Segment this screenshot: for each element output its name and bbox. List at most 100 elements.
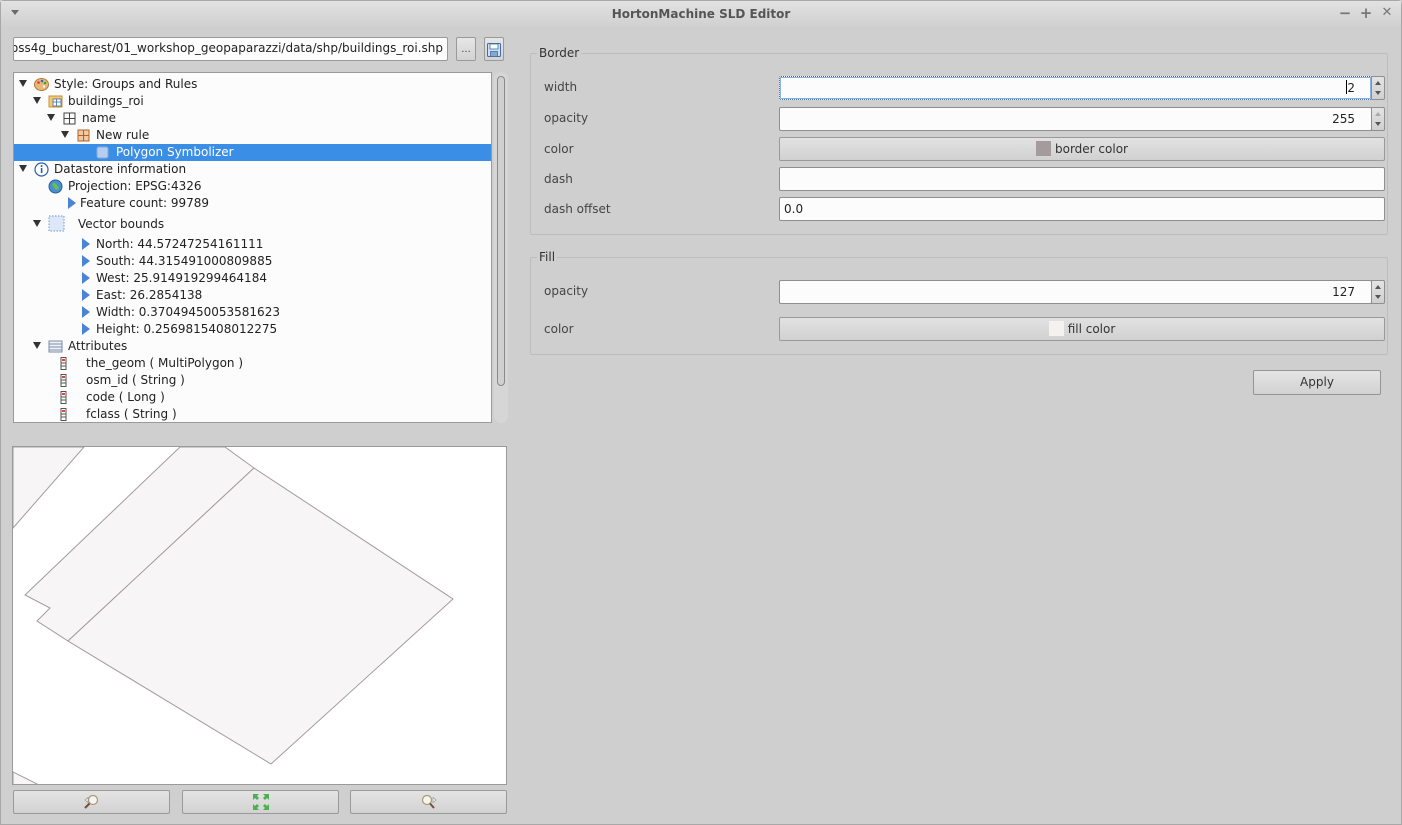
tree-item[interactable]: Polygon Symbolizer: [14, 144, 491, 161]
spin-down-icon[interactable]: [1375, 295, 1381, 299]
spin-down-icon[interactable]: [1375, 91, 1381, 95]
tree-item-label: name: [82, 111, 117, 125]
maximize-button[interactable]: +: [1358, 5, 1374, 21]
tree-item-label: code ( Long ): [86, 390, 165, 404]
border-width-input[interactable]: 2: [779, 76, 1372, 100]
collapsed-arrow-icon[interactable]: [82, 323, 90, 335]
expand-arrow-icon[interactable]: [19, 165, 27, 172]
dash-offset-input[interactable]: 0.0: [779, 197, 1385, 221]
zoom-in-button[interactable]: [13, 790, 170, 814]
building-polygon: [13, 447, 85, 529]
preview-canvas: [13, 447, 454, 784]
border-opacity-spinner[interactable]: [1371, 107, 1385, 131]
collapsed-arrow-icon[interactable]: [82, 289, 90, 301]
collapsed-arrow-icon[interactable]: [82, 238, 90, 250]
tree-item[interactable]: East: 26.2854138: [14, 287, 491, 304]
floppy-disk-icon: [487, 43, 501, 57]
tree-item-label: Projection: EPSG:4326: [68, 179, 202, 193]
tree-item[interactable]: New rule: [14, 127, 491, 144]
dash-input[interactable]: [779, 167, 1385, 191]
fill-opacity-input[interactable]: 127: [779, 280, 1372, 304]
fill-color-button-label: fill color: [1067, 322, 1116, 336]
browse-button[interactable]: ...: [456, 37, 476, 61]
tree-item[interactable]: West: 25.914919299464184: [14, 270, 491, 287]
apply-button[interactable]: Apply: [1253, 370, 1381, 395]
tree-item[interactable]: South: 44.315491000809885: [14, 253, 491, 270]
border-color-button-label: border color: [1055, 142, 1128, 156]
tree-item[interactable]: North: 44.57247254161111: [14, 236, 491, 253]
border-opacity-input[interactable]: 255: [779, 107, 1372, 131]
tree-item-label: the_geom ( MultiPolygon ): [86, 356, 244, 370]
expand-arrow-icon[interactable]: [33, 97, 41, 104]
collapsed-arrow-icon[interactable]: [68, 197, 76, 209]
polygon-symbolizer-icon: [95, 145, 110, 160]
zoom-full-extent-button[interactable]: [182, 790, 339, 814]
zoom-full-extent-icon: [252, 794, 269, 810]
expand-arrow-icon[interactable]: [33, 342, 41, 349]
dash-label: dash: [544, 172, 573, 186]
feature-type-style-icon: [48, 94, 63, 109]
zoom-out-button[interactable]: [350, 790, 507, 814]
expand-arrow-icon[interactable]: [47, 114, 55, 121]
collapsed-arrow-icon[interactable]: [82, 255, 90, 267]
tree-item[interactable]: Datastore information: [14, 161, 491, 178]
style-tree[interactable]: Style: Groups and Rules buildings_roi name…: [13, 72, 492, 423]
tree-item[interactable]: buildings_roi: [14, 93, 491, 110]
tree-item[interactable]: fclass ( String ): [14, 406, 491, 422]
tree-item[interactable]: name: [14, 110, 491, 127]
selection-highlight: [14, 144, 491, 161]
preview-map[interactable]: [12, 446, 507, 785]
tree-item[interactable]: the_geom ( MultiPolygon ): [14, 355, 491, 372]
tree-item[interactable]: Height: 0.2569815408012275: [14, 321, 491, 338]
spin-up-icon[interactable]: [1375, 81, 1381, 85]
expand-arrow-icon[interactable]: [19, 80, 27, 87]
shapefile-path-field[interactable]: 19_foss4g_bucharest/01_workshop_geopapar…: [13, 37, 448, 61]
tree-item[interactable]: osm_id ( String ): [14, 372, 491, 389]
border-opacity-value: 255: [1332, 112, 1355, 126]
window-title: HortonMachine SLD Editor: [611, 7, 791, 21]
tree-item-label: Feature count: 99789: [80, 196, 210, 210]
border-width-spinner[interactable]: [1371, 76, 1385, 100]
tree-item-label: osm_id ( String ): [86, 373, 185, 387]
tree-item[interactable]: Vector bounds: [14, 215, 491, 233]
tree-item-label: West: 25.914919299464184: [96, 271, 267, 285]
border-width-value: 2: [1347, 81, 1355, 95]
collapsed-arrow-icon[interactable]: [82, 272, 90, 284]
title-bar: HortonMachine SLD Editor − + ✕: [1, 1, 1401, 28]
spin-up-icon[interactable]: [1375, 285, 1381, 289]
attribute-icon: [56, 390, 71, 405]
tree-item-label: Vector bounds: [78, 217, 165, 231]
building-polygon: [13, 771, 39, 784]
grid-icon: [62, 111, 77, 126]
tree-item-label: South: 44.315491000809885: [96, 254, 273, 268]
tree-item-label: fclass ( String ): [86, 407, 177, 421]
tree-item[interactable]: code ( Long ): [14, 389, 491, 406]
tree-item-label: Datastore information: [54, 162, 187, 176]
save-button[interactable]: [484, 37, 504, 61]
tree-item[interactable]: Projection: EPSG:4326: [14, 178, 491, 195]
tree-item-label: East: 26.2854138: [96, 288, 203, 302]
fill-color-button[interactable]: fill color: [779, 317, 1385, 341]
fill-opacity-value: 127: [1332, 285, 1355, 299]
tree-item[interactable]: Attributes: [14, 338, 491, 355]
tree-item[interactable]: Width: 0.37049450053581623: [14, 304, 491, 321]
shapefile-path-text: 19_foss4g_bucharest/01_workshop_geopapar…: [13, 41, 443, 55]
spin-down-icon[interactable]: [1375, 122, 1381, 126]
tree-item[interactable]: Style: Groups and Rules: [14, 76, 491, 93]
fill-opacity-spinner[interactable]: [1371, 280, 1385, 304]
border-color-button[interactable]: border color: [779, 137, 1385, 161]
fill-color-label: color: [544, 322, 574, 336]
tree-item-label: Style: Groups and Rules: [54, 77, 198, 91]
expand-arrow-icon[interactable]: [33, 220, 41, 227]
zoom-out-icon: [421, 794, 436, 809]
collapsed-arrow-icon[interactable]: [82, 306, 90, 318]
minimize-button[interactable]: −: [1337, 5, 1353, 21]
attribute-icon: [56, 356, 71, 371]
tree-item-label: Polygon Symbolizer: [114, 144, 236, 161]
tree-item[interactable]: Feature count: 99789: [14, 195, 491, 212]
rule-icon: [76, 128, 91, 143]
tree-scrollbar-thumb[interactable]: [497, 76, 505, 386]
close-button[interactable]: ✕: [1379, 5, 1395, 21]
spin-up-icon[interactable]: [1375, 112, 1381, 116]
expand-arrow-icon[interactable]: [61, 131, 69, 138]
